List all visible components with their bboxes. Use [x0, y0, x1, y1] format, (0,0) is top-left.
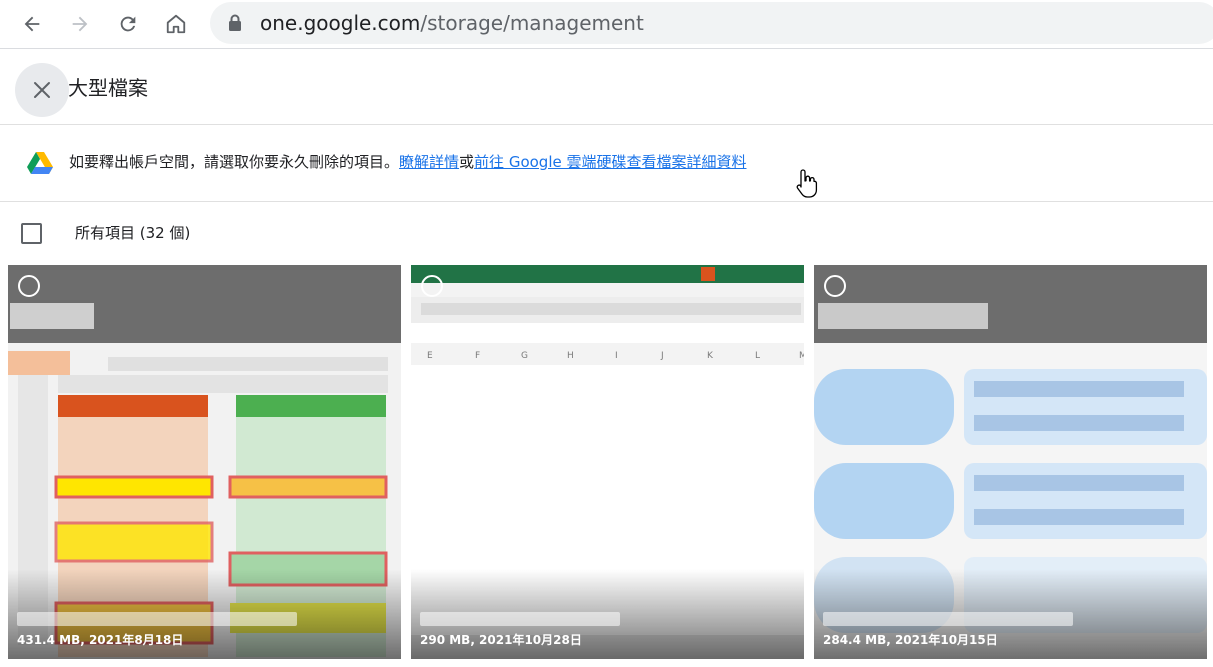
home-button[interactable]	[158, 6, 194, 42]
select-all-label: 所有項目 (32 個)	[75, 224, 191, 242]
select-file-circle[interactable]	[18, 275, 40, 297]
arrow-right-icon	[72, 16, 88, 32]
svg-text:L: L	[755, 351, 760, 361]
reload-icon	[120, 16, 136, 32]
lock-icon	[229, 14, 241, 31]
svg-text:G: G	[521, 351, 528, 361]
hand-cursor-icon	[796, 169, 818, 198]
file-tile[interactable]: 284.4 MB, 2021年10月15日	[814, 265, 1207, 659]
file-meta: 431.4 MB, 2021年8月18日	[17, 633, 184, 647]
file-name-placeholder	[420, 612, 620, 626]
file-meta: 290 MB, 2021年10月28日	[420, 633, 582, 647]
home-icon	[166, 14, 186, 34]
header-divider	[0, 124, 1213, 125]
forward-button[interactable]	[62, 6, 98, 42]
page-title: 大型檔案	[68, 76, 148, 100]
file-name-placeholder	[17, 612, 297, 626]
address-bar[interactable]: one.google.com/storage/management	[210, 2, 1213, 44]
select-all-checkbox[interactable]	[21, 223, 42, 244]
svg-text:J: J	[660, 351, 664, 361]
arrow-left-icon	[24, 16, 40, 32]
close-icon	[34, 82, 50, 98]
svg-text:I: I	[615, 351, 618, 361]
svg-text:H: H	[567, 351, 574, 361]
browser-toolbar: one.google.com/storage/management	[0, 0, 1213, 49]
notice-message: 如要釋出帳戶空間，請選取你要永久刪除的項目。	[69, 153, 400, 171]
select-file-circle[interactable]	[421, 275, 443, 297]
notice-text: 如要釋出帳戶空間，請選取你要永久刪除的項目。瞭解詳情或前往 Google 雲端硬…	[69, 152, 746, 172]
reload-button[interactable]	[110, 6, 146, 42]
url-text: one.google.com/storage/management	[260, 11, 644, 35]
close-button[interactable]	[15, 63, 69, 117]
svg-text:F: F	[475, 351, 480, 361]
back-button[interactable]	[14, 6, 50, 42]
select-file-circle[interactable]	[824, 275, 846, 297]
notice-divider	[0, 201, 1213, 202]
file-tile[interactable]: EFG HIJ KLM 290 MB, 2021年10月28日	[411, 265, 804, 659]
svg-text:E: E	[427, 351, 433, 361]
file-name-placeholder	[823, 612, 1073, 626]
notice-separator: 或	[459, 153, 475, 171]
drive-details-link[interactable]: 前往 Google 雲端硬碟查看檔案詳細資料	[474, 153, 746, 171]
svg-text:M: M	[799, 351, 804, 361]
file-tile[interactable]: 431.4 MB, 2021年8月18日	[8, 265, 401, 659]
file-meta: 284.4 MB, 2021年10月15日	[823, 633, 998, 647]
learn-more-link[interactable]: 瞭解詳情	[399, 153, 459, 171]
google-drive-icon	[27, 152, 53, 174]
